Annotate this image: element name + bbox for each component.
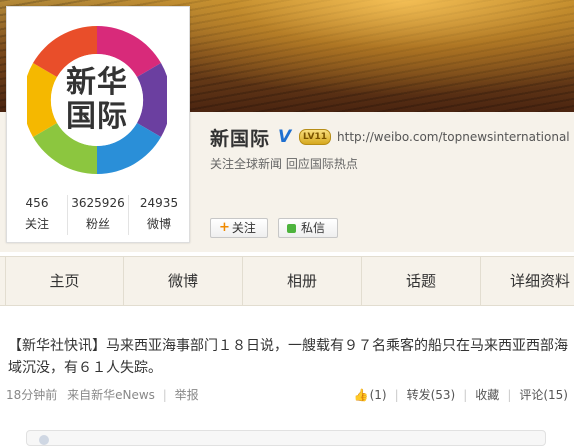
favorite-link[interactable]: 收藏 xyxy=(475,386,499,403)
logo-text-line1: 新华 xyxy=(66,65,128,100)
follow-button-label: 关注 xyxy=(231,221,256,235)
comment-link[interactable]: 评论(15) xyxy=(519,386,568,403)
stat-followers[interactable]: 3625926 粉丝 xyxy=(68,195,129,235)
stat-following-count: 456 xyxy=(25,196,49,210)
stat-following-label: 关注 xyxy=(24,217,49,231)
avatar-card: 新华 国际 456 关注 3625926 粉丝 24935 微博 xyxy=(6,6,190,243)
separator: | xyxy=(463,387,468,402)
post-text: 【新华社快讯】马来西亚海事部门１８日说，一艘载有９７名乘客的船只在马来西亚西部海… xyxy=(8,338,568,376)
verified-v-icon[interactable]: V xyxy=(278,129,294,146)
logo-text-line2: 国际 xyxy=(66,99,128,134)
stat-posts[interactable]: 24935 微博 xyxy=(129,195,189,235)
separator: | xyxy=(394,387,399,402)
follow-button[interactable]: + 关注 xyxy=(210,218,268,238)
profile-name: 新国际 xyxy=(210,127,271,150)
post-time-link[interactable]: 18分钟前 xyxy=(6,388,57,402)
tab-details[interactable]: 详细资料 xyxy=(481,257,574,305)
profile-header: 新国际 V LV11 http://weibo.com/topnewsinter… xyxy=(210,124,570,150)
post-actions: 👍 (1) | 转发(53) | 收藏 | 评论(15) xyxy=(354,386,568,403)
report-link[interactable]: 举报 xyxy=(175,388,199,402)
profile-url-link[interactable]: http://weibo.com/topnewsinternational xyxy=(337,130,570,144)
stat-followers-label: 粉丝 xyxy=(85,217,110,231)
message-button-label: 私信 xyxy=(301,221,326,235)
profile-nav-tabs: 主页 微博 相册 话题 详细资料 xyxy=(0,256,574,306)
message-button[interactable]: 私信 xyxy=(278,218,338,238)
post-source[interactable]: 来自新华eNews xyxy=(67,388,155,402)
stats-bar: 456 关注 3625926 粉丝 24935 微博 xyxy=(7,195,189,235)
card-icon xyxy=(39,435,49,445)
tab-weibo[interactable]: 微博 xyxy=(124,257,243,305)
thumbs-up-icon[interactable]: 👍 xyxy=(354,388,369,402)
next-post-card xyxy=(26,430,546,446)
stat-posts-count: 24935 xyxy=(139,196,179,210)
xinhua-international-logo[interactable]: 新华 国际 xyxy=(23,20,171,180)
plus-icon: + xyxy=(219,220,230,235)
tab-home[interactable]: 主页 xyxy=(5,257,124,305)
tab-album[interactable]: 相册 xyxy=(243,257,362,305)
level-badge[interactable]: LV11 xyxy=(299,129,332,145)
chat-icon xyxy=(287,223,296,233)
like-count[interactable]: (1) xyxy=(370,388,387,402)
stat-followers-count: 3625926 xyxy=(71,196,125,210)
tab-topics[interactable]: 话题 xyxy=(362,257,481,305)
post-meta-row: 18分钟前 来自新华eNews | 举报 👍 (1) | 转发(53) | 收藏… xyxy=(6,386,568,403)
stat-posts-label: 微博 xyxy=(146,217,171,231)
repost-link[interactable]: 转发(53) xyxy=(407,386,456,403)
profile-description: 关注全球新闻 回应国际热点 xyxy=(210,157,358,171)
stat-following[interactable]: 456 关注 xyxy=(7,195,68,235)
separator: | xyxy=(507,387,512,402)
